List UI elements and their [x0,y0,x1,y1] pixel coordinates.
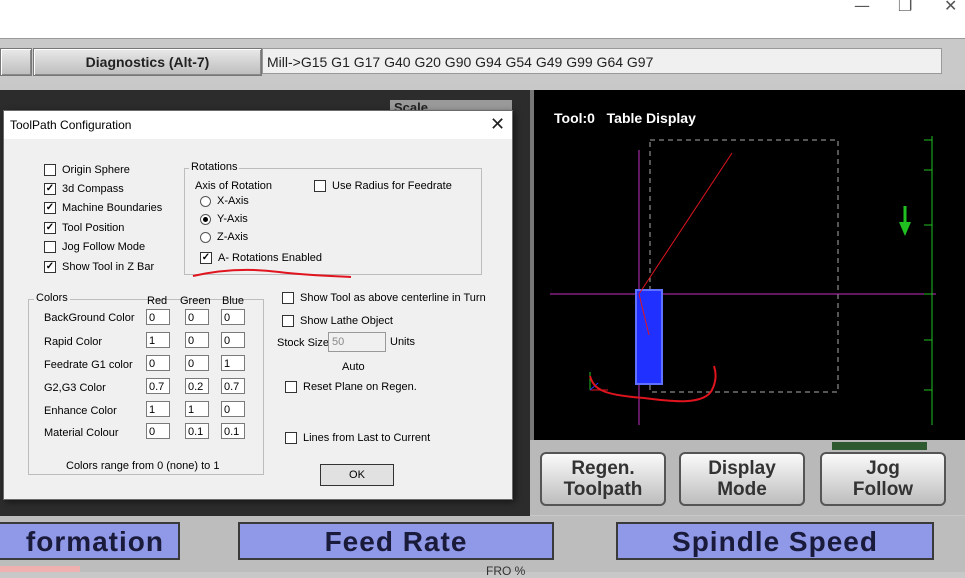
radio-button[interactable] [200,195,211,207]
checkbox-3d-compass[interactable]: ✓ 3d Compass [44,183,124,195]
radio-y-axis[interactable]: Y-Axis [200,213,248,225]
color-row-label: Feedrate G1 color [44,359,133,371]
blue-input[interactable]: 0.1 [221,423,245,439]
header-blue: Blue [222,295,245,307]
blue-input[interactable]: 1 [221,355,245,371]
blue-input[interactable]: 0.7 [221,378,245,394]
checkbox-a-rotations-enabled[interactable]: ✓ A- Rotations Enabled [200,252,322,264]
stock-size-label: Stock Size [277,337,329,349]
radio-button-selected[interactable] [200,213,211,225]
radio-x-axis[interactable]: X-Axis [200,195,249,207]
red-input[interactable]: 1 [146,401,170,417]
annotation-underline [192,268,352,278]
restore-icon[interactable]: ❐ [898,0,912,15]
checkbox-jog-follow-mode[interactable]: Jog Follow Mode [44,241,145,253]
display-mode-label: Table Display [606,110,696,126]
tool-number-label: Tool:0 [554,110,595,126]
colors-group-label: Colors [34,292,70,304]
checkbox-box[interactable] [44,164,56,176]
status-led [832,442,927,450]
checkbox-box[interactable] [44,241,56,253]
checkbox-show-tool-z-bar[interactable]: ✓ Show Tool in Z Bar [44,261,154,273]
status-strip [0,566,80,572]
red-input[interactable]: 0 [146,309,170,325]
dialog-title: ToolPath Configuration [10,118,132,132]
blue-input[interactable]: 0 [221,309,245,325]
ok-button[interactable]: OK [320,464,394,486]
information-banner: formation [0,522,180,560]
color-row-label: Rapid Color [44,336,103,348]
checkmark-icon[interactable]: ✓ [44,261,56,273]
rapid-line [638,152,733,295]
feed-rate-banner: Feed Rate [238,522,554,560]
checkbox-show-lathe-object[interactable]: Show Lathe Object [282,315,393,327]
spindle-speed-banner: Spindle Speed [616,522,934,560]
window-titlebar: — ❐ ✕ [0,0,965,38]
toolpath-config-dialog: ToolPath Configuration ✕ Origin Sphere ✓… [3,110,513,500]
axis-of-rotation-label: Axis of Rotation [195,180,273,192]
fro-label: FRO % [486,564,526,578]
checkbox-box[interactable] [314,180,326,192]
checkmark-icon[interactable]: ✓ [44,202,56,214]
z-arrow-head [899,222,911,236]
minimize-icon[interactable]: — [854,0,870,15]
checkmark-icon[interactable]: ✓ [200,252,212,264]
dialog-titlebar: ToolPath Configuration ✕ [4,111,512,139]
checkbox-machine-boundaries[interactable]: ✓ Machine Boundaries [44,202,162,214]
diagnostics-tab-button[interactable]: Diagnostics (Alt-7) [33,48,262,76]
green-input[interactable]: 0 [185,309,209,325]
color-row-label: Enhance Color [44,405,117,417]
red-input[interactable]: 0.7 [146,378,170,394]
checkmark-icon[interactable]: ✓ [44,183,56,195]
jog-follow-button[interactable]: Jog Follow [820,452,946,506]
red-input[interactable]: 0 [146,423,170,439]
color-row-label: BackGround Color [44,312,135,324]
auto-label: Auto [342,361,365,373]
checkbox-show-tool-above-centerline[interactable]: Show Tool as above centerline in Turn [282,292,486,304]
red-input[interactable]: 0 [146,355,170,371]
radio-button[interactable] [200,231,211,243]
checkbox-lines-from-last[interactable]: Lines from Last to Current [285,432,430,444]
green-input[interactable]: 0.1 [185,423,209,439]
material-block [635,289,663,385]
previous-tab-button[interactable] [0,48,32,76]
rotations-group-label: Rotations [189,161,240,173]
color-row-label: Material Colour [44,427,119,439]
checkbox-box[interactable] [285,432,297,444]
green-input[interactable]: 0 [185,332,209,348]
checkbox-use-radius[interactable]: Use Radius for Feedrate [314,180,452,192]
header-green: Green [180,295,211,307]
header-red: Red [147,295,168,307]
checkbox-box[interactable] [285,381,297,393]
toolpath-display[interactable] [530,90,965,440]
gcode-modal-display: Mill->G15 G1 G17 G40 G20 G90 G94 G54 G49… [262,48,942,74]
checkbox-box[interactable] [282,315,294,327]
display-mode-button[interactable]: Display Mode [679,452,805,506]
colors-range-note: Colors range from 0 (none) to 1 [66,460,220,472]
blue-input[interactable]: 0 [221,401,245,417]
machine-boundary [649,139,839,393]
red-input[interactable]: 1 [146,332,170,348]
display-title: Tool:0 Table Display [554,110,696,126]
checkmark-icon[interactable]: ✓ [44,222,56,234]
green-input[interactable]: 1 [185,401,209,417]
units-label: Units [390,336,416,348]
checkbox-tool-position[interactable]: ✓ Tool Position [44,222,124,234]
close-window-icon[interactable]: ✕ [944,0,957,15]
checkbox-reset-plane[interactable]: Reset Plane on Regen. [285,381,417,393]
checkbox-origin-sphere[interactable]: Origin Sphere [44,164,130,176]
regen-toolpath-button[interactable]: Regen. Toolpath [540,452,666,506]
blue-input[interactable]: 0 [221,332,245,348]
toolpath-canvas [550,136,936,425]
green-input[interactable]: 0.2 [185,378,209,394]
stock-size-input[interactable]: 50 [328,332,386,352]
radio-z-axis[interactable]: Z-Axis [200,231,248,243]
checkbox-box[interactable] [282,292,294,304]
green-input[interactable]: 0 [185,355,209,371]
close-icon[interactable]: ✕ [490,114,505,135]
color-row-label: G2,G3 Color [44,382,106,394]
